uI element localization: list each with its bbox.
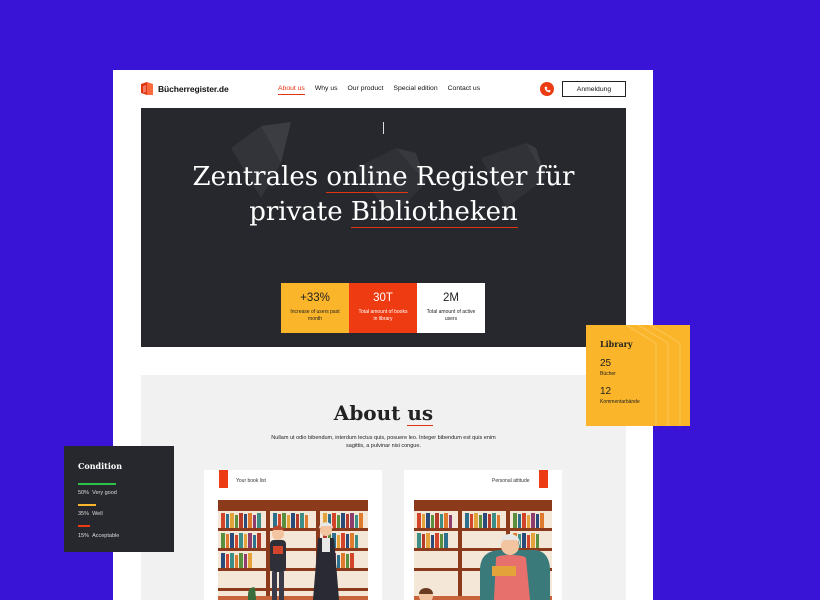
headline-part: Register für: [407, 162, 575, 192]
library-widget: Library 25 Bücher 12 Kommentarbände: [586, 325, 690, 426]
condition-widget: Condition 50% Very good 35% Well 15% Acc…: [64, 446, 174, 552]
nav-contact-us[interactable]: Contact us: [448, 85, 481, 95]
condition-bar-acceptable: [78, 525, 90, 527]
about-section: About us Nullam ut odio bibendum, interd…: [141, 375, 626, 600]
book-logo-icon: [141, 82, 153, 95]
stat-label: Total amount of active users: [426, 309, 476, 322]
condition-label: Well: [92, 511, 103, 517]
stat-value: 30T: [373, 292, 393, 304]
stat-card-active-users: 2M Total amount of active users: [417, 283, 485, 333]
library-books-count: 25: [600, 358, 612, 369]
condition-row-well: 35% Well: [78, 511, 103, 517]
library-comments-count: 12: [600, 386, 612, 397]
headline-part: Zentrales: [192, 162, 327, 192]
library-illustration: [218, 500, 368, 600]
condition-title: Condition: [78, 461, 123, 471]
phone-icon: [544, 86, 550, 92]
brand-logo[interactable]: Bücherregister.de: [140, 81, 229, 96]
card-personal-attitude[interactable]: Personal attitude: [404, 470, 562, 600]
card-book-list[interactable]: Your book list: [204, 470, 382, 600]
library-comments-label: Kommentarbände: [600, 399, 640, 405]
text-cursor: [383, 122, 384, 134]
reading-illustration: [414, 500, 552, 600]
stat-card-users-growth: +33% Increase of users past month: [281, 283, 349, 333]
heading-part: About: [333, 401, 408, 425]
about-description: Nullam ut odio bibendum, interdum lectus…: [271, 435, 496, 449]
condition-bar-very-good: [78, 483, 116, 485]
top-navigation: Bücherregister.de About us Why us Our pr…: [113, 70, 653, 108]
hero-section: Zentrales online Register für private Bi…: [141, 108, 626, 347]
stat-label: Total amount of books in library: [358, 309, 408, 322]
headline-part: private: [249, 197, 351, 227]
headline-highlight-online: online: [326, 162, 408, 193]
stat-card-books: 30T Total amount of books in library: [349, 283, 417, 333]
nav-special-edition[interactable]: Special edition: [393, 85, 437, 95]
headline-highlight-bibliotheken: Bibliotheken: [350, 197, 518, 228]
landing-page-mockup: Bücherregister.de About us Why us Our pr…: [113, 70, 653, 600]
heading-highlight: us: [407, 401, 434, 426]
condition-bar-well: [78, 504, 96, 506]
condition-percent: 15%: [78, 533, 90, 539]
card-caption: Your book list: [236, 478, 266, 484]
nav-about-us[interactable]: About us: [278, 85, 305, 95]
login-button[interactable]: Anmeldung: [562, 81, 626, 97]
condition-label: Acceptable: [92, 533, 120, 539]
condition-row-acceptable: 15% Acceptable: [78, 533, 119, 539]
brand-name: Bücherregister.de: [158, 83, 229, 94]
condition-row-very-good: 50% Very good: [78, 490, 117, 496]
stat-label: Increase of users past month: [290, 309, 340, 322]
nav-why-us[interactable]: Why us: [315, 85, 338, 95]
bookmark-icon: [219, 470, 228, 488]
condition-percent: 35%: [78, 511, 90, 517]
card-caption: Personal attitude: [492, 478, 530, 484]
stat-value: +33%: [300, 292, 330, 304]
condition-label: Very good: [92, 490, 117, 496]
child-figure: [419, 588, 433, 600]
about-heading: About us: [141, 401, 626, 426]
hero-stats: +33% Increase of users past month 30T To…: [281, 283, 485, 333]
stat-value: 2M: [443, 292, 459, 304]
library-title: Library: [600, 339, 633, 349]
main-menu: About us Why us Our product Special edit…: [278, 85, 490, 95]
library-books-label: Bücher: [600, 371, 616, 377]
bookmark-icon: [539, 470, 548, 488]
nav-our-product[interactable]: Our product: [348, 85, 384, 95]
condition-percent: 50%: [78, 490, 90, 496]
hero-headline: Zentrales online Register für private Bi…: [141, 160, 626, 230]
phone-button[interactable]: [540, 82, 554, 96]
